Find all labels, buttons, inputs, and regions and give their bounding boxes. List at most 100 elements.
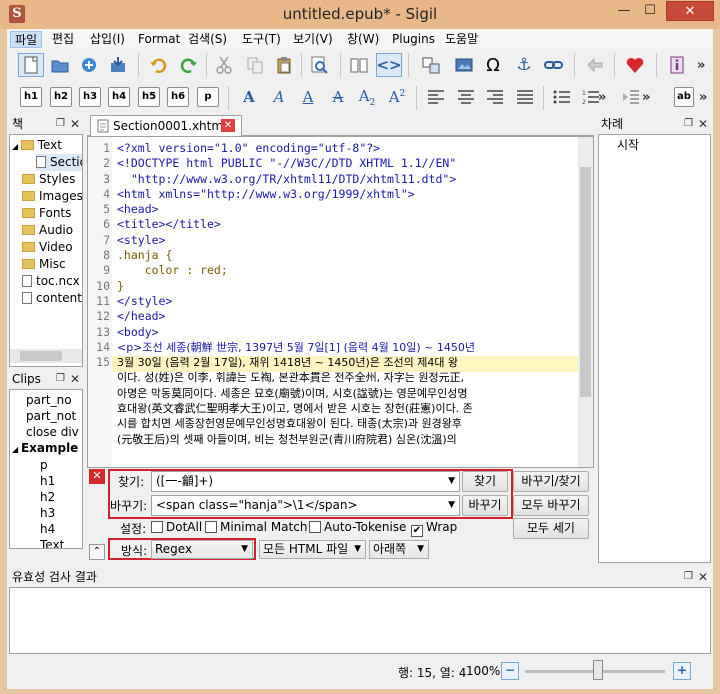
split-icon[interactable]	[418, 53, 444, 77]
panel-close-icon[interactable]: ✕	[698, 570, 708, 584]
toolbar-overflow-icon[interactable]: »	[699, 90, 707, 105]
underline-icon[interactable]: A	[295, 85, 321, 109]
code-view-icon[interactable]: <>	[376, 53, 402, 77]
new-book-icon[interactable]	[18, 53, 44, 77]
toolbar-overflow-icon[interactable]: »	[642, 90, 650, 105]
tree-item-misc[interactable]: Misc	[22, 256, 66, 273]
image-icon[interactable]	[451, 53, 477, 77]
close-window-button[interactable]: ✕	[666, 1, 714, 21]
tree-item-text[interactable]: ◢ Text	[12, 137, 62, 154]
heading-h1-button[interactable]: h1	[20, 87, 42, 107]
italic-icon[interactable]: A	[266, 85, 292, 109]
tab-close-icon[interactable]: ✕	[221, 119, 235, 132]
panel-close-icon[interactable]: ✕	[698, 117, 708, 131]
subscript-icon[interactable]: A2	[354, 85, 380, 109]
clip-item[interactable]: h2	[40, 489, 55, 506]
minimize-button[interactable]: —	[611, 1, 637, 21]
copy-icon[interactable]	[242, 53, 268, 77]
auto-tokenise-checkbox[interactable]: Auto-Tokenise	[309, 520, 406, 534]
bullet-list-icon[interactable]	[549, 85, 575, 109]
code-editor[interactable]: 1 2 3 4 5 6 7 8 9 10 11 12 13 14 15 <?xml version="1.0…	[87, 136, 594, 468]
replace-button[interactable]: 바꾸기	[462, 495, 508, 516]
clip-item[interactable]: part_no	[26, 392, 72, 409]
omega-icon[interactable]: Ω	[480, 53, 506, 77]
panel-float-icon[interactable]: ❐	[684, 118, 693, 129]
panel-close-icon[interactable]: ✕	[70, 117, 80, 131]
tree-item-content[interactable]: content.	[22, 290, 82, 307]
heart-icon[interactable]	[622, 53, 648, 77]
panel-close-icon[interactable]: ✕	[70, 372, 80, 386]
toolbar-overflow-icon[interactable]: »	[598, 90, 606, 105]
undo-icon[interactable]	[145, 53, 171, 77]
bold-icon[interactable]: A	[236, 85, 262, 109]
replace-find-button[interactable]: 바꾸기/찾기	[513, 471, 589, 492]
book-view-icon[interactable]	[346, 53, 372, 77]
heading-h4-button[interactable]: h4	[108, 87, 130, 107]
clip-group[interactable]: ◢ Example	[12, 440, 78, 457]
panel-float-icon[interactable]: ❐	[56, 118, 65, 129]
paragraph-button[interactable]: p	[197, 87, 219, 107]
minimal-match-checkbox[interactable]: Minimal Match	[205, 520, 307, 534]
menu-edit[interactable]: 편집	[48, 31, 78, 48]
replace-input[interactable]: <span class="hanja">\1</span> ▼	[151, 495, 460, 516]
tree-item-images[interactable]: Images	[22, 188, 82, 205]
link-icon[interactable]	[541, 53, 567, 77]
menu-view[interactable]: 보기(V)	[289, 31, 337, 48]
add-file-icon[interactable]	[76, 53, 102, 77]
panel-float-icon[interactable]: ❐	[684, 571, 693, 582]
toc-item[interactable]: 시작	[617, 137, 639, 154]
count-all-button[interactable]: 모두 세기	[513, 518, 589, 539]
clip-item[interactable]: h3	[40, 505, 55, 522]
tree-item-section[interactable]: Section	[36, 154, 82, 171]
superscript-icon[interactable]: A2	[384, 85, 410, 109]
panel-float-icon[interactable]: ❐	[56, 373, 65, 384]
tree-item-audio[interactable]: Audio	[22, 222, 73, 239]
dotall-checkbox[interactable]: DotAll	[151, 520, 202, 534]
menu-search[interactable]: 검색(S)	[184, 31, 231, 48]
justify-icon[interactable]	[512, 85, 538, 109]
menu-help[interactable]: 도움말	[441, 31, 482, 48]
tab-section[interactable]: Section0001.xhtml ✕	[90, 115, 242, 136]
paste-icon[interactable]	[271, 53, 297, 77]
find-icon[interactable]	[306, 53, 332, 77]
menu-tools[interactable]: 도구(T)	[238, 31, 285, 48]
heading-h3-button[interactable]: h3	[79, 87, 101, 107]
horizontal-scrollbar[interactable]	[10, 349, 82, 363]
info-icon[interactable]	[664, 53, 690, 77]
scope-select[interactable]: 모든 HTML 파일 ▼	[259, 540, 366, 559]
replace-all-button[interactable]: 모두 바꾸기	[513, 495, 589, 516]
clip-item[interactable]: p	[40, 457, 48, 474]
zoom-out-button[interactable]: −	[501, 662, 519, 680]
anchor-icon[interactable]: ⚓	[511, 53, 537, 77]
redo-icon[interactable]	[176, 53, 202, 77]
collapse-icon[interactable]: ⌃	[89, 544, 105, 560]
clip-item[interactable]: Text	[40, 537, 64, 548]
save-icon[interactable]	[105, 53, 131, 77]
tree-item-toc[interactable]: toc.ncx	[22, 273, 80, 290]
zoom-in-button[interactable]: +	[673, 662, 691, 680]
cut-icon[interactable]	[211, 53, 237, 77]
clip-item[interactable]: h1	[40, 473, 55, 490]
clip-item[interactable]: close div	[26, 424, 79, 441]
align-right-icon[interactable]	[482, 85, 508, 109]
heading-h5-button[interactable]: h5	[138, 87, 160, 107]
maximize-button[interactable]: ☐	[637, 1, 663, 21]
back-icon[interactable]	[582, 53, 608, 77]
align-center-icon[interactable]	[453, 85, 479, 109]
find-button[interactable]: 찾기	[462, 471, 508, 492]
menu-window[interactable]: 창(W)	[343, 31, 383, 48]
clip-item[interactable]: h4	[40, 521, 55, 538]
find-input[interactable]: ([一-龥]+) ▼	[151, 471, 460, 492]
wrap-checkbox[interactable]: ✔ Wrap	[411, 520, 457, 537]
mode-select[interactable]: Regex ▼	[151, 540, 253, 559]
clip-item[interactable]: part_not	[26, 408, 76, 425]
menu-plugins[interactable]: Plugins	[388, 31, 439, 48]
vertical-scrollbar[interactable]	[578, 137, 593, 467]
tree-item-video[interactable]: Video	[22, 239, 73, 256]
scrollbar-thumb[interactable]	[580, 167, 591, 397]
menu-format[interactable]: Format	[134, 31, 184, 48]
zoom-slider-handle[interactable]	[593, 660, 603, 680]
tree-item-fonts[interactable]: Fonts	[22, 205, 71, 222]
outdent-icon[interactable]	[618, 85, 644, 109]
menu-insert[interactable]: 삽입(I)	[86, 31, 129, 48]
